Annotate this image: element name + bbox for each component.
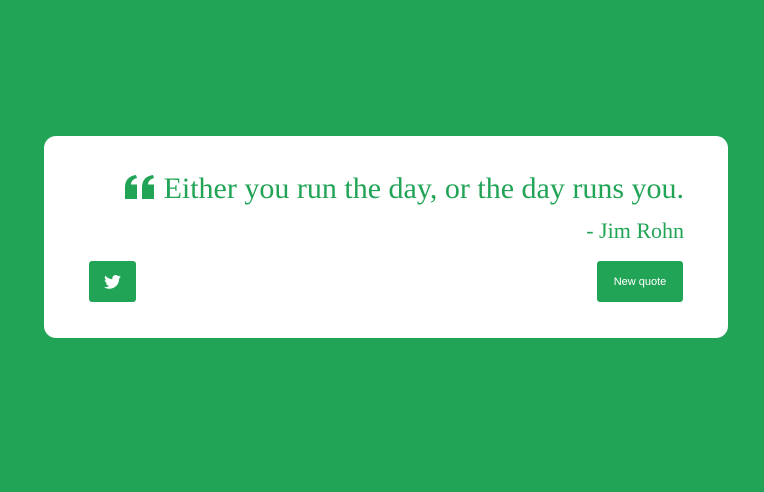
tweet-quote-button[interactable] xyxy=(89,261,136,302)
quote-row: Either you run the day, or the day runs … xyxy=(89,172,684,206)
quote-text: Either you run the day, or the day runs … xyxy=(163,172,684,205)
page-background: Either you run the day, or the day runs … xyxy=(0,0,764,492)
new-quote-button[interactable]: New quote xyxy=(597,261,683,302)
twitter-icon xyxy=(104,274,121,289)
quote-author: - Jim Rohn xyxy=(586,218,684,243)
quote-left-icon xyxy=(124,175,155,199)
quote-box: Either you run the day, or the day runs … xyxy=(44,136,728,338)
